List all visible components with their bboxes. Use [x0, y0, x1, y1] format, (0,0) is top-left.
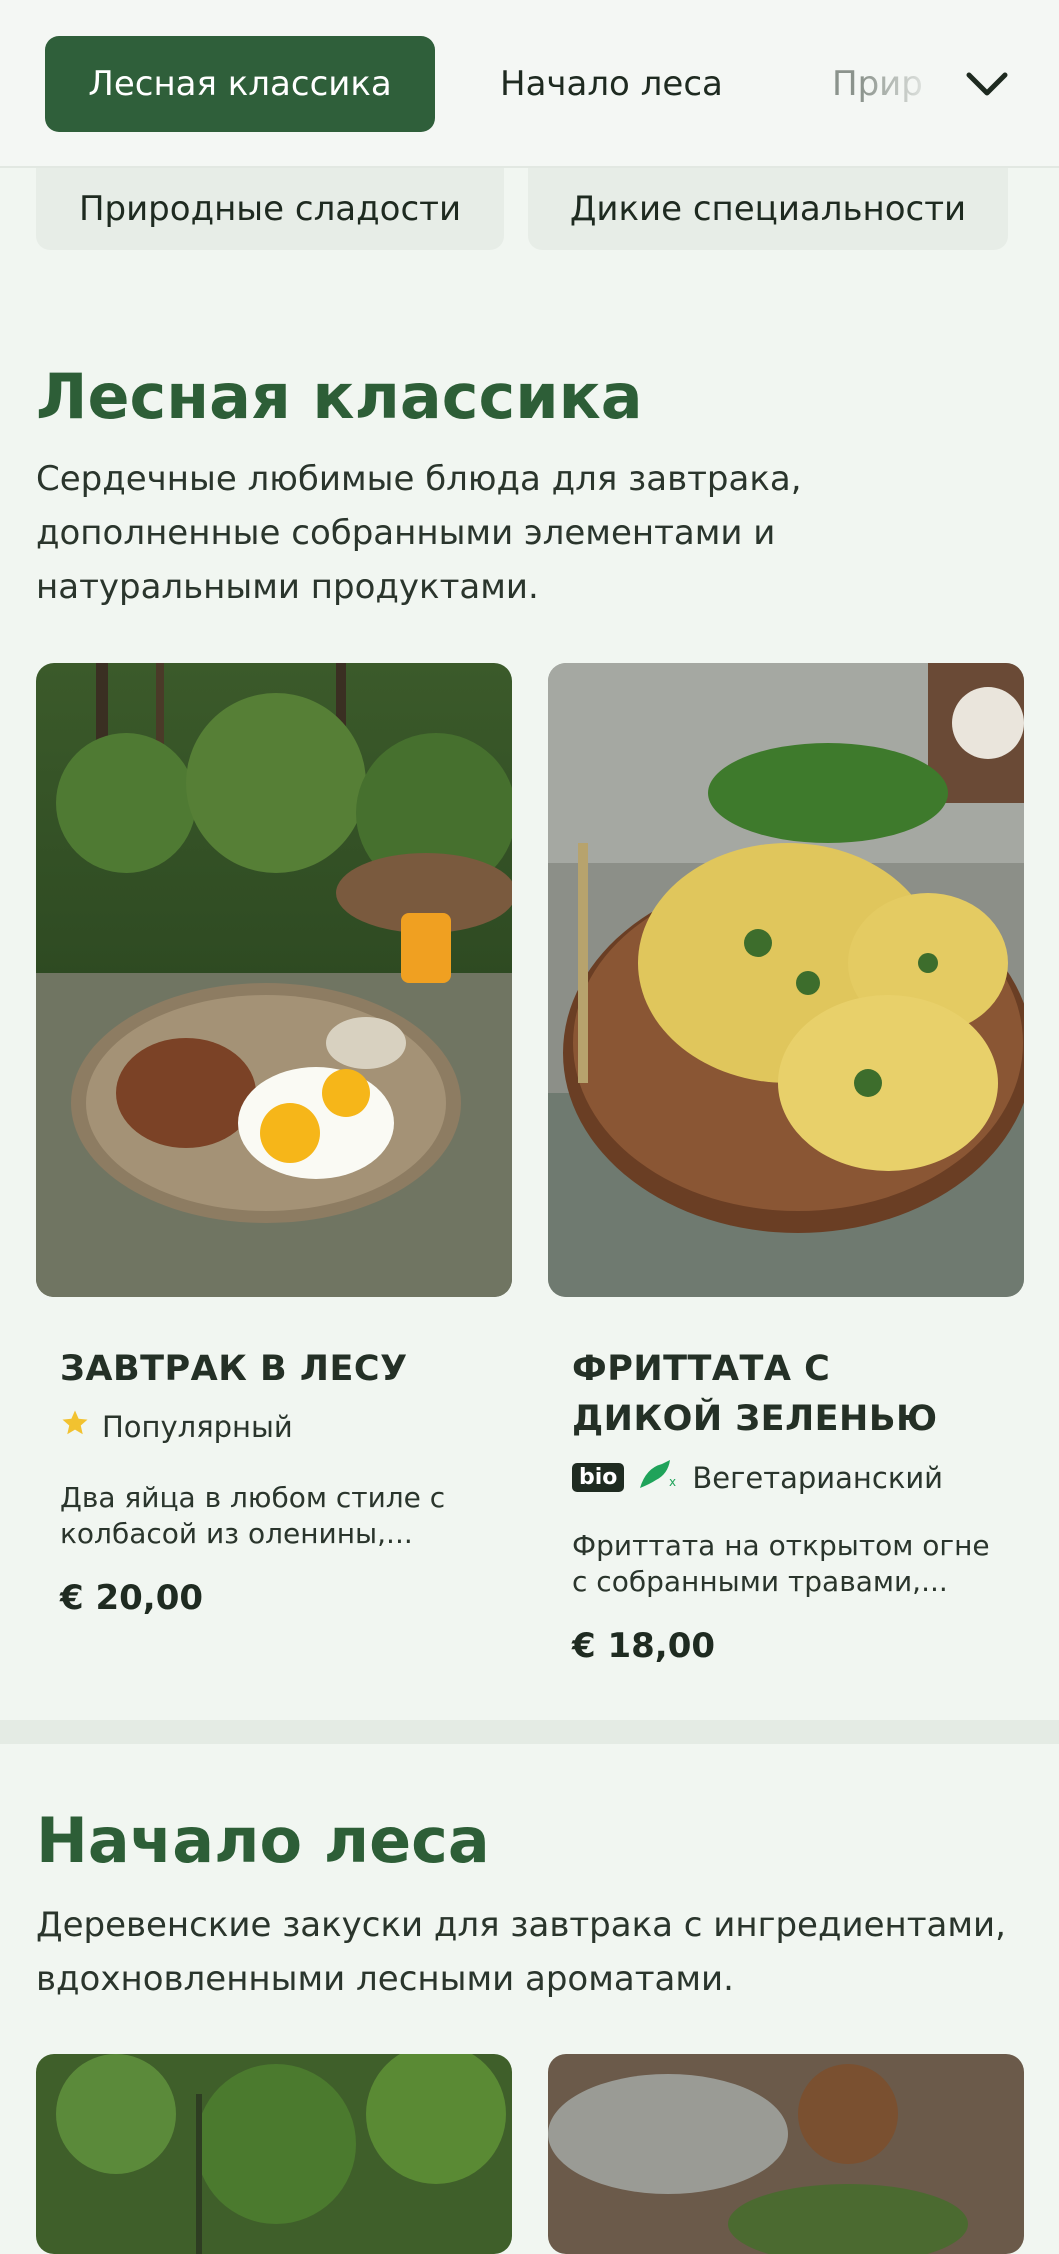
star-icon [60, 1408, 90, 1445]
dish-image[interactable] [548, 2054, 1024, 2254]
section-divider [0, 1720, 1059, 1744]
tab-wild-specialties[interactable]: Дикие специальности [528, 168, 1008, 250]
section-description: Деревенские закуски для завтрака с ингре… [36, 1905, 1006, 1999]
dish-tag: Популярный [60, 1408, 293, 1445]
tab-natural-sweets-expanded[interactable]: Природные сладости [36, 168, 504, 250]
chevron-down-icon[interactable] [962, 60, 1012, 110]
dish-image[interactable] [36, 2054, 512, 2254]
section-title: Начало леса [36, 1804, 490, 1877]
dish-tag-label: Вегетарианский [692, 1460, 944, 1495]
dish-price: € 18,00 [572, 1626, 716, 1666]
tab-forest-start[interactable]: Начало леса [500, 36, 723, 132]
dish-price: € 20,00 [60, 1578, 204, 1618]
dish-description: Два яйца в любом стиле с колбасой из оле… [60, 1481, 446, 1550]
nav-fade [860, 0, 1059, 166]
dish-tag: bio x Вегетарианский [572, 1456, 943, 1499]
dish-title[interactable]: ФРИТТАТА С ДИКОЙ ЗЕЛЕНЬЮ [572, 1344, 992, 1444]
section-description: Сердечные любимые блюда для завтрака, до… [36, 459, 802, 607]
dish-title[interactable]: ЗАВТРАК В ЛЕСУ [60, 1344, 480, 1394]
category-nav: Лесная классика Начало леса Прир [0, 0, 1059, 168]
svg-text:x: x [669, 1475, 676, 1489]
tab-forest-classics[interactable]: Лесная классика [45, 36, 435, 132]
dish-image-forest-breakfast[interactable] [36, 663, 512, 1297]
bio-badge: bio [572, 1463, 625, 1492]
dish-tag-label: Популярный [102, 1409, 293, 1444]
vegetarian-icon: x [636, 1456, 680, 1499]
dish-description: Фриттата на открытом огне с собранными т… [572, 1529, 990, 1598]
section-title: Лесная классика [36, 360, 643, 433]
dish-image-wild-greens-frittata[interactable] [548, 663, 1024, 1297]
